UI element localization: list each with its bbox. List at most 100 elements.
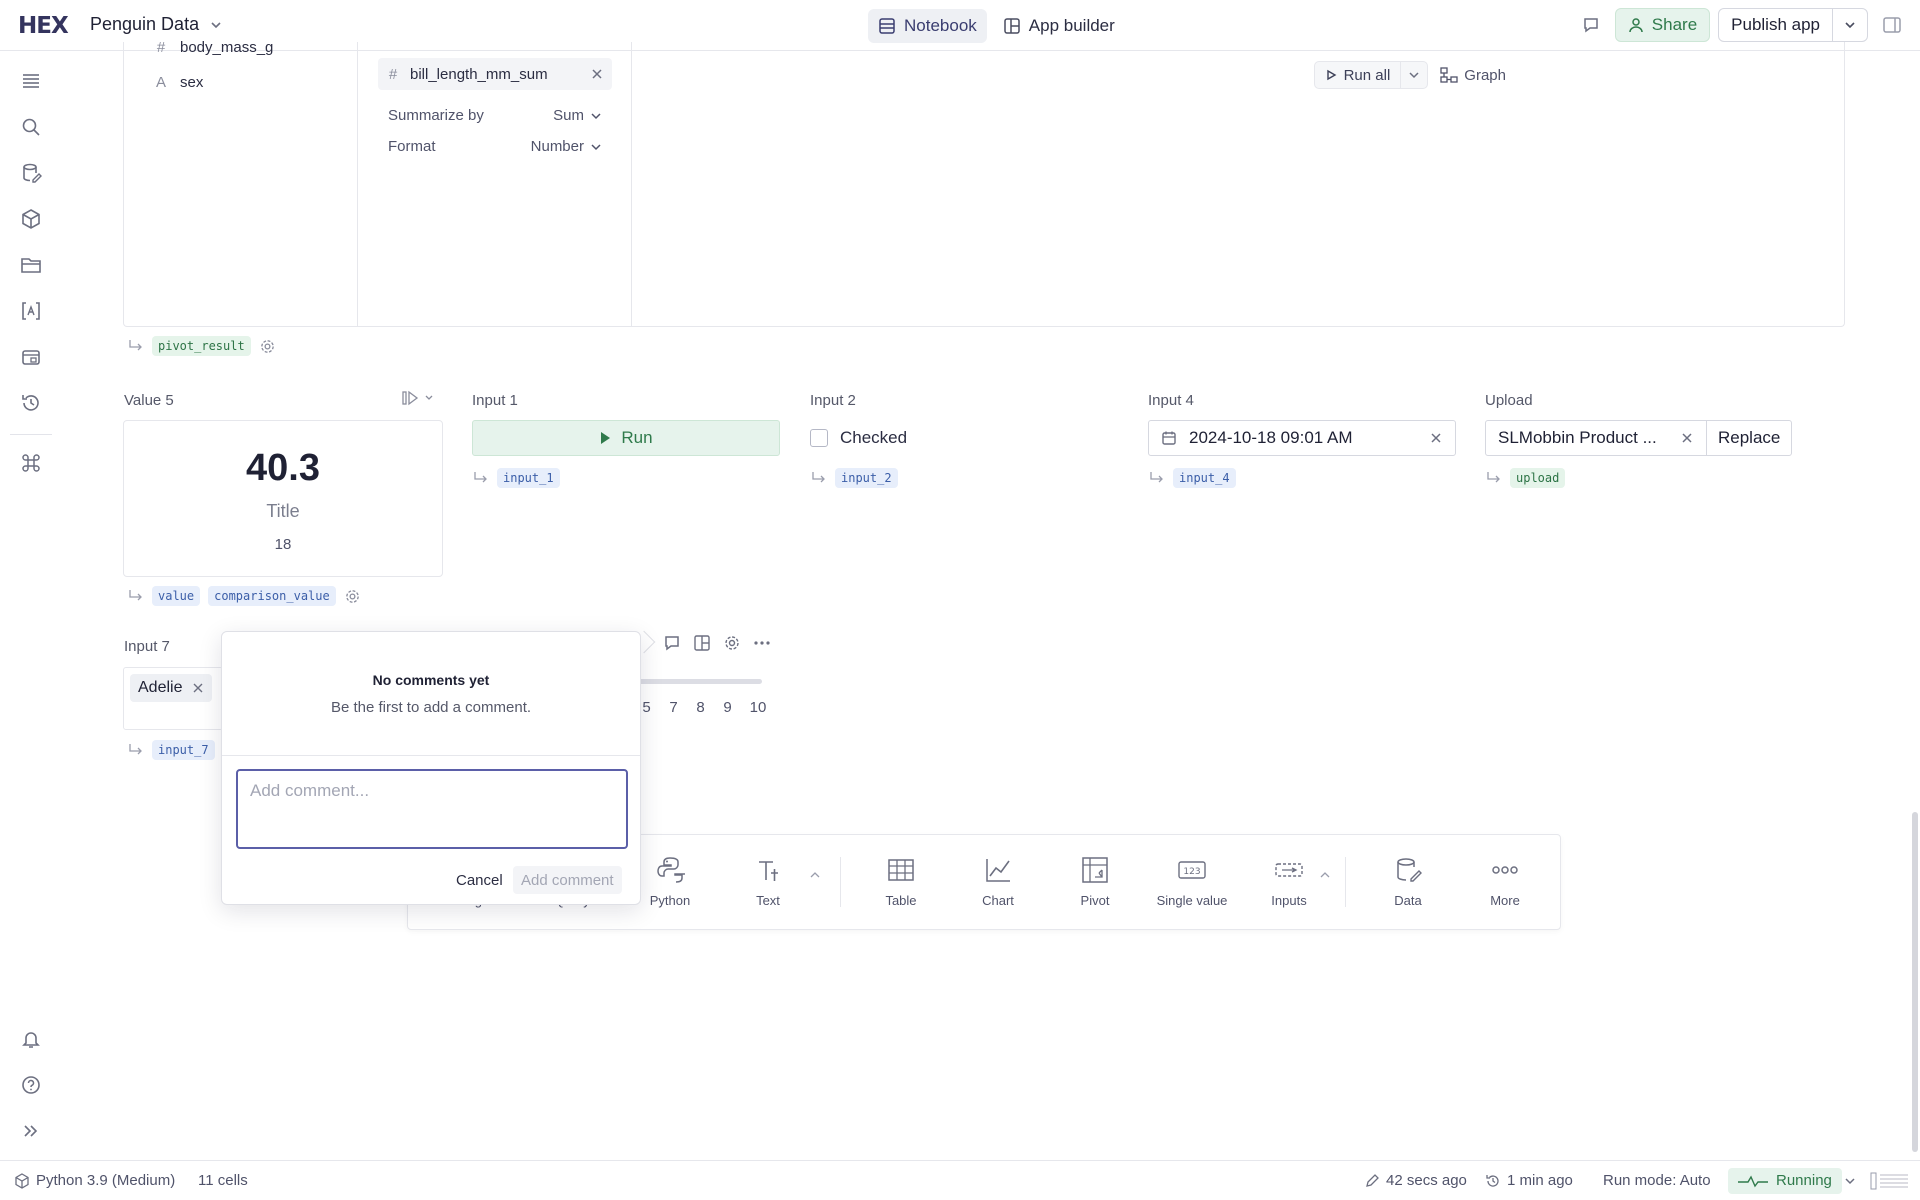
cell-count-label: 11 cells [198,1172,248,1189]
close-icon[interactable] [192,682,204,694]
cancel-button[interactable]: Cancel [450,866,509,894]
share-button[interactable]: Share [1614,8,1711,42]
single-value-icon: 123 [1178,861,1206,879]
close-icon[interactable] [590,67,604,81]
publish-app-button[interactable]: Publish app [1719,9,1833,41]
more-icon[interactable] [753,634,771,652]
help-icon[interactable] [20,1074,42,1096]
run-options-button[interactable] [1401,62,1427,88]
gear-icon[interactable] [344,588,361,605]
checkbox[interactable] [810,429,828,447]
files-icon[interactable] [20,254,42,276]
keyboard-shortcuts-icon[interactable] [1870,1171,1910,1191]
value5-output-row: value comparison_value [128,586,361,606]
add-comment-button[interactable]: Add comment [513,866,622,894]
add-table-cell[interactable]: Table [856,855,946,908]
run-all-button[interactable]: Run all [1315,62,1402,88]
output-variable-chip[interactable]: input_1 [497,468,560,488]
components-icon[interactable] [20,208,42,230]
status-bar: Python 3.9 (Medium) 11 cells 42 secs ago… [0,1160,1920,1200]
environment-icon[interactable] [20,346,42,368]
left-rail [0,52,62,1160]
sidebar-toggle-button[interactable] [1876,8,1908,42]
output-variable-chip[interactable]: input_7 [152,740,215,760]
output-arrow-icon [129,744,142,755]
value-field-chip[interactable]: # bill_length_mm_sum [378,58,612,90]
chevron-up-icon[interactable] [810,871,820,879]
gear-icon[interactable] [259,338,276,355]
run-button-input[interactable]: Run [472,420,780,456]
hex-logo[interactable]: HEX [18,13,69,39]
svg-text:123: 123 [1183,867,1200,877]
publish-options-button[interactable] [1833,9,1867,41]
input2-output-row: input_2 [811,468,898,488]
add-more-cell[interactable]: More [1460,855,1550,908]
add-data-cell[interactable]: Data [1363,855,1453,908]
multiselect-input[interactable]: Adelie [123,667,223,730]
comment-icon[interactable] [663,634,681,652]
field-row[interactable]: A sex [154,74,203,91]
project-title-dropdown[interactable]: Penguin Data [90,14,223,35]
chevron-down-icon[interactable] [424,393,434,403]
tab-app-builder[interactable]: App builder [993,9,1125,43]
slider-track[interactable] [630,679,762,684]
last-run[interactable]: 1 min ago [1485,1172,1573,1189]
close-icon[interactable] [1680,431,1694,445]
data-browser-icon[interactable] [20,162,42,184]
command-icon[interactable] [20,452,42,474]
graph-button[interactable]: Graph [1440,67,1506,84]
add-inputs-cell[interactable]: Inputs [1244,855,1334,908]
tab-notebook[interactable]: Notebook [868,9,987,43]
pivot-output-row: pivot_result [128,336,276,356]
format-select[interactable]: Number [531,138,602,155]
variables-icon[interactable] [20,300,42,322]
run-cell-icon[interactable] [402,390,420,406]
layout-icon[interactable] [693,634,711,652]
scrollbar[interactable] [1912,812,1918,1152]
output-variable-chip[interactable]: input_4 [1173,468,1236,488]
history-icon[interactable] [20,392,42,414]
add-chart-cell[interactable]: Chart [953,855,1043,908]
output-variable-chip[interactable]: input_2 [835,468,898,488]
share-label: Share [1651,15,1698,34]
add-pivot-cell[interactable]: Pivot [1050,855,1140,908]
search-icon[interactable] [20,116,42,138]
outline-icon[interactable] [20,70,42,92]
comment-input[interactable] [236,769,628,849]
notifications-icon[interactable] [20,1028,42,1050]
date-input[interactable]: 2024-10-18 09:01 AM [1148,420,1456,456]
checkbox-input[interactable]: Checked [810,428,907,448]
chevron-up-icon[interactable] [1320,871,1330,879]
close-icon[interactable] [1429,431,1443,445]
last-edited[interactable]: 42 secs ago [1365,1172,1467,1189]
date-value: 2024-10-18 09:01 AM [1189,428,1353,447]
output-variable-chip[interactable]: upload [1510,468,1566,488]
run-mode[interactable]: Run mode: Auto [1603,1172,1711,1189]
slider-tick: 8 [696,699,705,716]
add-item-label: Pivot [1080,893,1110,908]
add-single-value-cell[interactable]: 123 Single value [1147,855,1237,908]
option-label: Format [388,138,436,155]
comments-button[interactable] [1575,8,1607,42]
run-button-label: Run [621,428,653,447]
replace-file-button[interactable]: Replace [1707,421,1791,455]
uploaded-file[interactable]: SLMobbin Product ... [1486,421,1707,455]
expand-icon[interactable] [20,1120,42,1142]
output-variable-chip[interactable]: comparison_value [208,586,336,606]
slider-tick: 9 [723,699,732,716]
add-item-label: Data [1394,893,1422,908]
chevron-down-icon [211,21,221,28]
summarize-by-select[interactable]: Sum [553,107,602,124]
kernel-status[interactable]: Python 3.9 (Medium) [14,1172,175,1189]
output-variable-chip[interactable]: pivot_result [152,336,251,356]
gear-icon[interactable] [723,634,741,652]
cell-label: Input 4 [1148,392,1194,409]
output-variable-chip[interactable]: value [152,586,201,606]
running-status[interactable]: Running [1728,1167,1842,1194]
chevron-down-icon[interactable] [1844,1175,1856,1187]
add-bar-divider [1345,857,1346,907]
slider-tick: 7 [669,699,678,716]
field-row[interactable]: # body_mass_g [154,39,274,56]
add-text-cell[interactable]: Text [723,855,813,908]
upload-output-row: upload [1486,468,1566,488]
